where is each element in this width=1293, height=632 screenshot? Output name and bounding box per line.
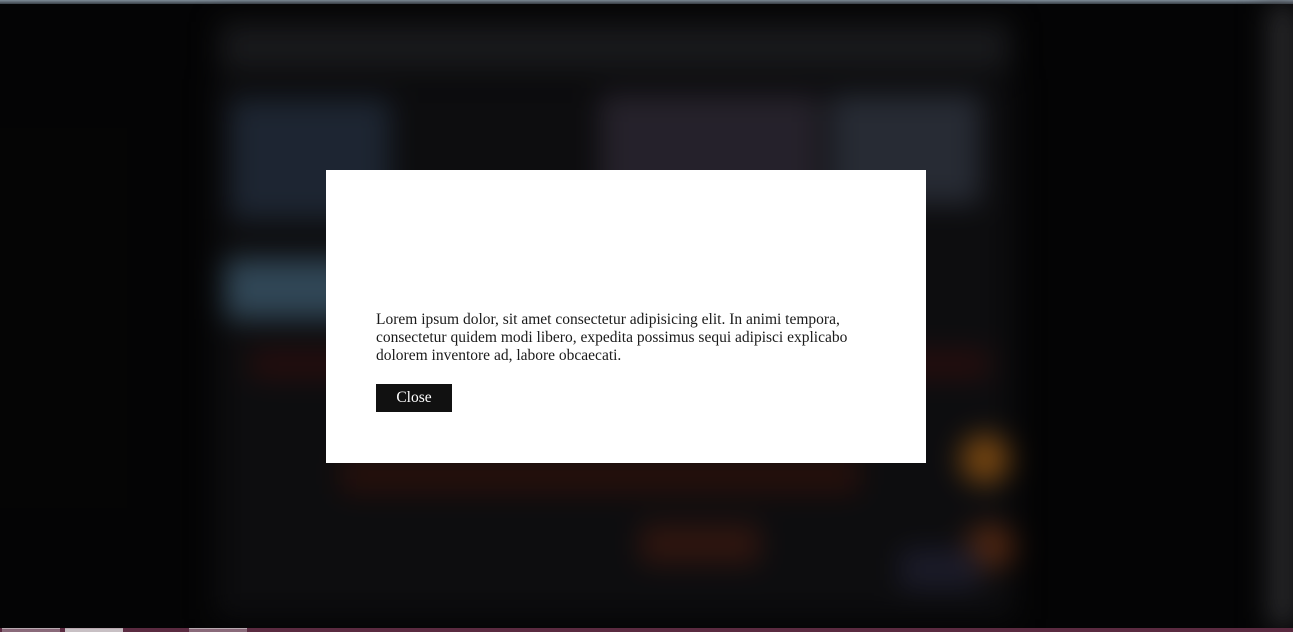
taskbar-tab-active[interactable] [65, 628, 123, 632]
screen: Lorem ipsum dolor, sit amet consectetur … [0, 0, 1293, 632]
taskbar-tab[interactable] [189, 628, 247, 632]
taskbar-tab[interactable] [2, 628, 60, 632]
close-button[interactable]: Close [376, 384, 452, 412]
taskbar [0, 628, 1293, 632]
modal-dialog: Lorem ipsum dolor, sit amet consectetur … [326, 170, 926, 463]
modal-body-text: Lorem ipsum dolor, sit amet consectetur … [376, 311, 848, 364]
